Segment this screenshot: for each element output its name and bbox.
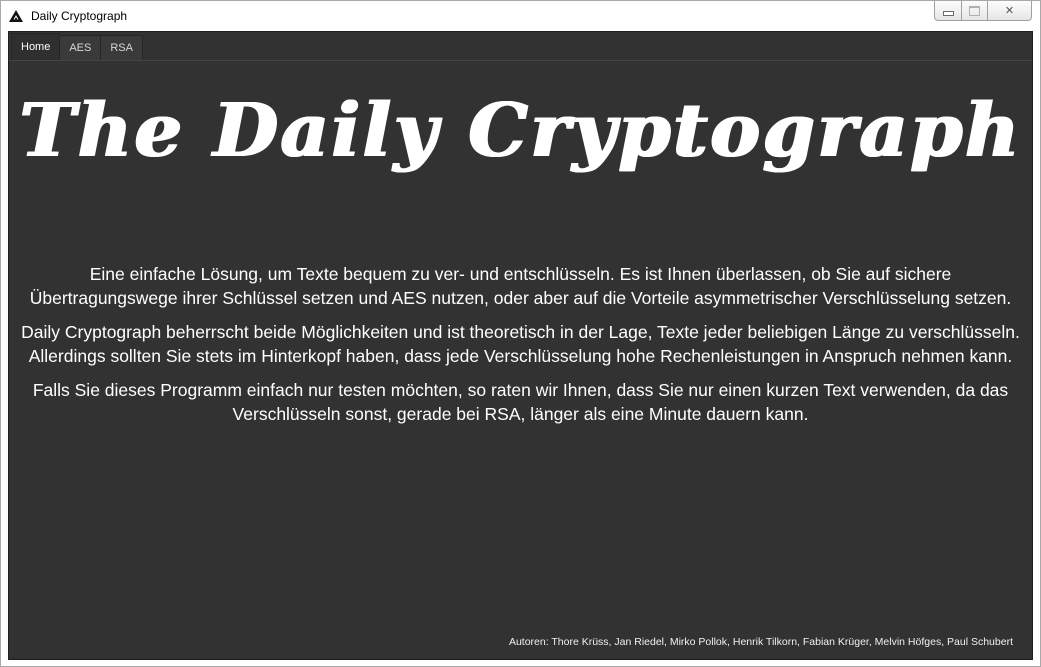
masthead-title: The Daily Cryptograph <box>19 88 1022 174</box>
intro-text: Eine einfache Lösung, um Texte bequem zu… <box>15 263 1026 437</box>
tab-home[interactable]: Home <box>11 33 61 60</box>
tab-rsa[interactable]: RSA <box>100 35 143 60</box>
minimize-button[interactable] <box>934 1 962 21</box>
intro-paragraph: Daily Cryptograph beherrscht beide Mögli… <box>21 322 1020 366</box>
intro-paragraph: Falls Sie dieses Programm einfach nur te… <box>32 380 1009 424</box>
maximize-button[interactable] <box>962 1 988 21</box>
close-button[interactable]: ✕ <box>988 1 1032 21</box>
minimize-icon <box>942 11 954 16</box>
tab-aes[interactable]: AES <box>59 35 102 60</box>
main-panel: Home AES RSA The Daily Cryptograph Eine … <box>8 31 1033 660</box>
title-bar[interactable]: Daily Cryptograph ✕ <box>1 1 1040 31</box>
maximize-icon <box>969 5 980 16</box>
tab-bar: Home AES RSA <box>9 32 1032 61</box>
triangle-logo-icon <box>9 10 23 22</box>
authors-credit: Autoren: Thore Krüss, Jan Riedel, Mirko … <box>508 636 1013 648</box>
intro-paragraph: Eine einfache Lösung, um Texte bequem zu… <box>29 264 1012 308</box>
window-title: Daily Cryptograph <box>31 9 128 23</box>
app-window: Daily Cryptograph ✕ Home AES RSA The Dai… <box>0 0 1041 667</box>
window-controls: ✕ <box>934 1 1032 22</box>
close-icon: ✕ <box>1004 4 1015 17</box>
